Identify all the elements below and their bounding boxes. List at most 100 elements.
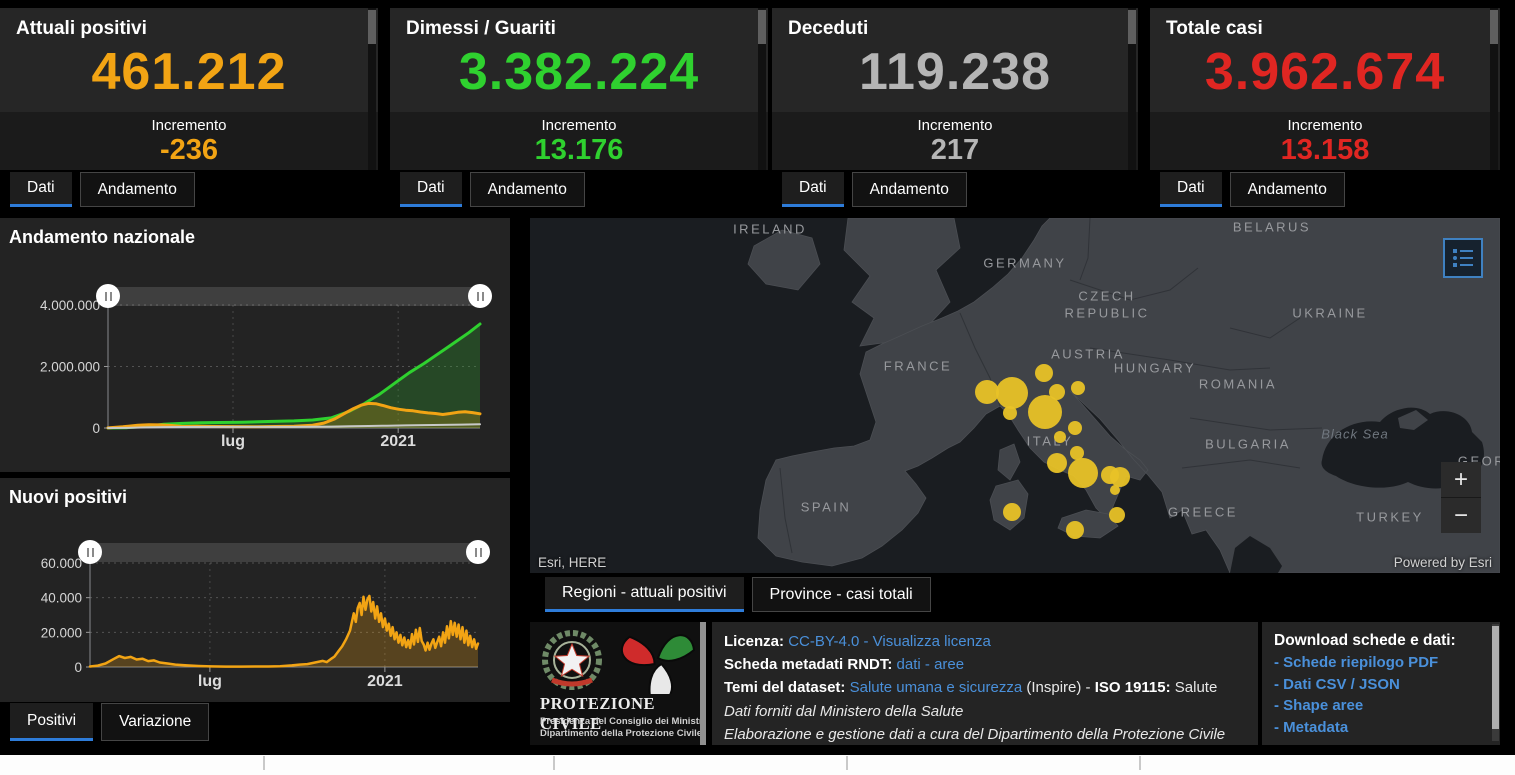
map-bubble[interactable] [1066,521,1084,539]
map-label-france: FRANCE [884,358,952,373]
increment-label: Incremento [1150,112,1500,134]
europe-map[interactable]: IRELANDGERMANYCZECHREPUBLICBELARUSUKRAIN… [530,218,1500,573]
x-tick-label: lug [221,433,245,450]
tab-andamento[interactable]: Andamento [80,172,195,207]
card-increment-section: Incremento 13.158 [1150,112,1500,170]
increment-label: Incremento [772,112,1138,134]
map-panel[interactable]: IRELANDGERMANYCZECHREPUBLICBELARUSUKRAIN… [530,218,1500,573]
download-scrollbar[interactable] [1492,624,1499,741]
card-scrollbar[interactable] [368,8,376,170]
time-slider-handle-left[interactable] [78,540,102,564]
map-bubble[interactable] [1068,458,1098,488]
legend-button[interactable] [1443,238,1483,278]
license-link[interactable]: aree [934,656,964,673]
map-label-czech: CZECH [1078,288,1135,303]
map-bubble[interactable] [1035,364,1053,382]
bottom-strip [0,755,1515,775]
map-label-hungary: HUNGARY [1114,360,1196,375]
map-bubble[interactable] [996,377,1028,409]
card-scrollbar[interactable] [1128,8,1136,170]
card-scrollbar-thumb[interactable] [758,10,766,44]
increment-label: Incremento [390,112,768,134]
map-bubble[interactable] [1028,395,1062,429]
map-bubble[interactable] [1071,381,1085,395]
map-bubble[interactable] [1003,503,1021,521]
download-link[interactable]: - Shape aree [1274,695,1488,717]
tab-andamento[interactable]: Andamento [1230,172,1345,207]
zoom-in-button[interactable]: + [1441,462,1481,497]
tab-variazione[interactable]: Variazione [101,703,209,741]
license-text: Elaborazione e gestione dati a cura del … [724,726,1225,743]
map-bubble[interactable] [975,380,999,404]
card-title: Attuali positivi [16,18,147,40]
map-bubble[interactable] [1054,431,1066,443]
map-label-germany: GERMANY [983,255,1066,270]
map-label-greece: GREECE [1168,504,1238,519]
map-bubble[interactable] [1110,485,1120,495]
map-bubble[interactable] [1110,467,1130,487]
tab-dati[interactable]: Dati [782,172,844,207]
download-link[interactable]: - Dati CSV / JSON [1274,674,1488,696]
y-tick-label: 0 [74,660,82,675]
tab-positivi[interactable]: Positivi [10,703,93,741]
card-scrollbar-thumb[interactable] [1128,10,1136,44]
card-top: Totale casi 3.962.674 [1150,8,1500,112]
strip-tick [553,756,555,770]
card3-tabs: Dati Andamento [782,172,967,207]
license-link[interactable]: CC-BY-4.0 [788,633,859,650]
dashboard: Attuali positivi 461.212 Incremento -236… [0,0,1515,775]
card2-tabs: Dati Andamento [400,172,585,207]
card-scrollbar[interactable] [758,8,766,170]
tab-province[interactable]: Province - casi totali [752,577,931,612]
protezione-civile-logo-panel: PROTEZIONE CIVILE Presidenza del Consigl… [530,622,706,745]
license-link[interactable]: - [921,656,934,673]
logo-scrollbar[interactable] [700,622,706,745]
download-scrollbar-thumb[interactable] [1492,626,1499,729]
license-link[interactable]: dati [897,656,921,673]
increment-value: 217 [772,134,1138,166]
map-bubble[interactable] [1068,421,1082,435]
tab-andamento[interactable]: Andamento [470,172,585,207]
download-title: Download schede e dati: [1274,630,1488,652]
license-link[interactable]: Visualizza licenza [873,633,991,650]
time-slider-handle-left[interactable] [96,284,120,308]
tab-andamento[interactable]: Andamento [852,172,967,207]
license-link[interactable]: - [859,633,872,650]
license-text: Dati forniti dal Ministero della Salute [724,703,963,720]
republic-emblem-icon [545,633,599,687]
tab-dati[interactable]: Dati [10,172,72,207]
strip-tick [846,756,848,770]
strip-tick [263,756,265,770]
map-bubble[interactable] [1109,507,1125,523]
tab-dati[interactable]: Dati [400,172,462,207]
license-text: Temi del dataset: [724,679,850,696]
card4-tabs: Dati Andamento [1160,172,1345,207]
card-increment-section: Incremento 217 [772,112,1138,170]
card-scrollbar[interactable] [1490,8,1498,170]
map-bubble[interactable] [1047,453,1067,473]
tab-regioni[interactable]: Regioni - attuali positivi [545,577,744,612]
nuovi-positivi-chart: 020.00040.00060.000lug2021 [0,478,510,702]
card-scrollbar-thumb[interactable] [1490,10,1498,44]
download-link[interactable]: - Metadata [1274,717,1488,739]
license-link[interactable]: Salute umana e sicurezza [850,679,1023,696]
map-label-austria: AUSTRIA [1051,346,1125,361]
card-value: 119.238 [772,42,1138,102]
map-bubble[interactable] [1070,446,1084,460]
zoom-out-button[interactable]: − [1441,498,1481,533]
time-slider-track[interactable] [108,287,480,306]
time-slider-handle-right[interactable] [466,540,490,564]
license-line: Dati forniti dal Ministero della Salute [724,700,1246,723]
license-line: Scheda metadati RNDT: dati - aree [724,653,1246,676]
download-link[interactable]: - Schede riepilogo PDF [1274,652,1488,674]
x-tick-label: lug [198,673,222,690]
download-links: - Schede riepilogo PDF- Dati CSV / JSON-… [1274,652,1488,738]
card-scrollbar-thumb[interactable] [368,10,376,44]
time-slider-handle-right[interactable] [468,284,492,308]
tab-dati[interactable]: Dati [1160,172,1222,207]
map-tabs: Regioni - attuali positivi Province - ca… [545,577,931,612]
map-bubble[interactable] [1003,406,1017,420]
y-tick-label: 40.000 [41,591,82,606]
time-slider-track[interactable] [90,543,478,562]
card-increment-section: Incremento 13.176 [390,112,768,170]
